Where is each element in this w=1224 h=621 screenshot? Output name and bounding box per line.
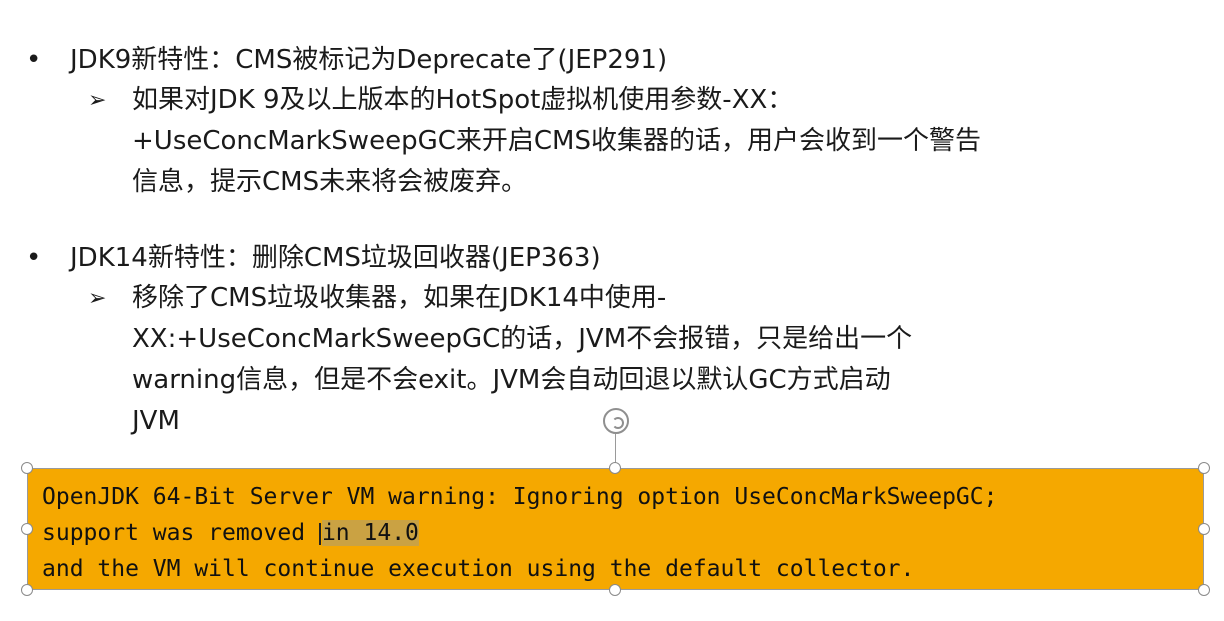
sub-bullet-text: 如果对JDK 9及以上版本的HotSpot虚拟机使用参数-XX： +UseCon…	[132, 80, 1152, 203]
resize-handle-bottom-right[interactable]	[1198, 584, 1210, 596]
text-line: 信息，提示CMS未来将会被废弃。	[132, 167, 528, 197]
resize-handle-bottom[interactable]	[609, 584, 621, 596]
text-line: +UseConcMarkSweepGC来开启CMS收集器的话，用户会收到一个警告	[132, 126, 981, 156]
slide: • JDK9新特性：CMS被标记为Deprecate了(JEP291) ➢ 如果…	[0, 0, 1224, 621]
text-line: 如果对JDK 9及以上版本的HotSpot虚拟机使用参数-XX：	[132, 85, 794, 115]
resize-handle-top[interactable]	[609, 462, 621, 474]
bullet-line: • JDK14新特性：删除CMS垃圾回收器(JEP363)	[22, 238, 1202, 278]
rotate-handle-icon[interactable]	[603, 408, 629, 434]
selected-text[interactable]: in 14.0	[321, 520, 419, 546]
warning-line-1: OpenJDK 64-Bit Server VM warning: Ignori…	[42, 484, 998, 510]
text-line: warning信息，但是不会exit。JVM会自动回退以默认GC方式启动	[132, 365, 891, 395]
bullet-icon: •	[26, 243, 42, 273]
bullet-icon: •	[26, 45, 42, 75]
text-line: JVM	[132, 406, 180, 436]
resize-handle-top-left[interactable]	[21, 462, 33, 474]
resize-handle-right[interactable]	[1198, 523, 1210, 535]
warning-line-3: and the VM will continue execution using…	[42, 556, 915, 582]
text-cursor-icon	[318, 522, 321, 545]
warning-line-2-text: support was removed	[42, 520, 319, 546]
text-line: 移除了CMS垃圾收集器，如果在JDK14中使用-	[132, 283, 667, 313]
sub-bullet: ➢ 如果对JDK 9及以上版本的HotSpot虚拟机使用参数-XX： +UseC…	[88, 80, 1202, 203]
resize-handle-left[interactable]	[21, 523, 33, 535]
warning-text[interactable]: OpenJDK 64-Bit Server VM warning: Ignori…	[42, 479, 997, 587]
sub-bullet-text: 移除了CMS垃圾收集器，如果在JDK14中使用- XX:+UseConcMark…	[132, 278, 1152, 442]
sub-bullet: ➢ 移除了CMS垃圾收集器，如果在JDK14中使用- XX:+UseConcMa…	[88, 278, 1202, 442]
bullet-line: • JDK9新特性：CMS被标记为Deprecate了(JEP291)	[22, 40, 1202, 80]
arrow-bullet-icon: ➢	[88, 286, 107, 311]
arrow-bullet-icon: ➢	[88, 88, 107, 113]
warning-text-box[interactable]: OpenJDK 64-Bit Server VM warning: Ignori…	[27, 468, 1204, 590]
resize-handle-bottom-left[interactable]	[21, 584, 33, 596]
bullet-title: JDK14新特性：删除CMS垃圾回收器(JEP363)	[70, 243, 601, 273]
warning-line-2: support was removed in 14.0	[42, 515, 997, 551]
text-line: XX:+UseConcMarkSweepGC的话，JVM不会报错，只是给出一个	[132, 324, 913, 354]
resize-handle-top-right[interactable]	[1198, 462, 1210, 474]
bullet-title: JDK9新特性：CMS被标记为Deprecate了(JEP291)	[70, 45, 668, 75]
bullet-jdk9: • JDK9新特性：CMS被标记为Deprecate了(JEP291) ➢ 如果…	[22, 40, 1202, 203]
